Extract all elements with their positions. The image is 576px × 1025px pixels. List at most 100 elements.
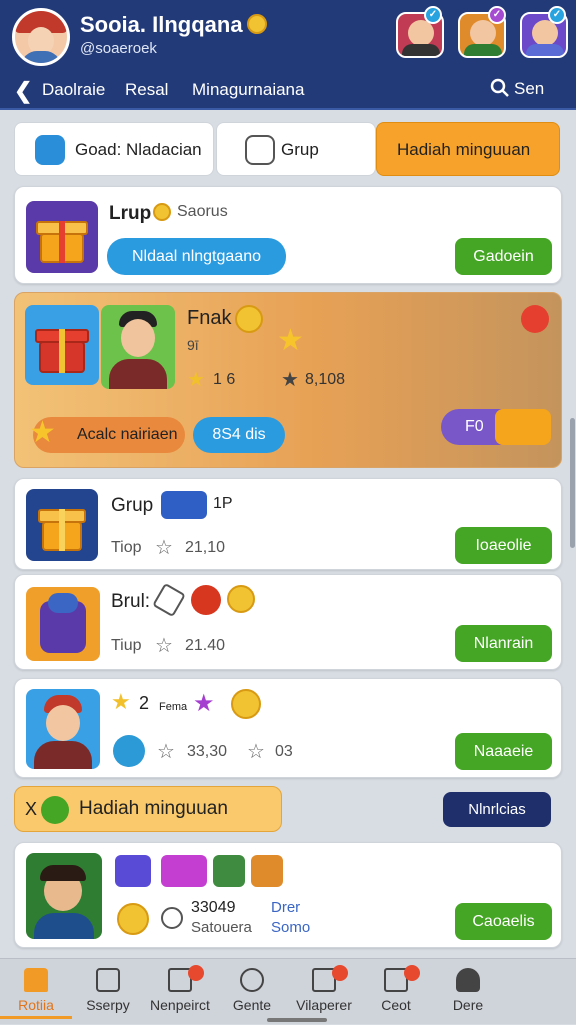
claim-button[interactable]: Gadoein (455, 238, 552, 275)
emoji-icon (231, 689, 261, 719)
bottom-nav-item-5[interactable]: Vilaperer (288, 959, 360, 1025)
card-value: 33049 (191, 899, 236, 916)
friend-avatar (26, 689, 100, 769)
globe-icon (240, 968, 264, 992)
coin-chest-icon (495, 409, 551, 445)
reward-card-1: Lrup Saorus Nldaal nlngtgaano Gadoein (14, 186, 562, 284)
claim-button[interactable]: Caoaelis (455, 903, 552, 940)
nav-item-2[interactable]: Resal (125, 80, 168, 100)
star-icon: ☆ (157, 741, 175, 763)
coin-icon (235, 305, 263, 333)
feature-stat-2: 8,108 (305, 371, 346, 388)
gift-thumbnail (25, 305, 99, 385)
section-title: Hadiah minguuan (79, 798, 228, 819)
reward-card-5: 33049 Satouera Drer Somo Caoaelis (14, 842, 562, 948)
tab-hadiah-minguuan[interactable]: Hadiah minguuan (376, 122, 560, 176)
heart-icon[interactable] (521, 305, 549, 333)
badge-icon (161, 491, 207, 519)
card-value: 21.40 (185, 637, 226, 654)
notification-badge (332, 965, 348, 981)
star-icon: ★ (193, 690, 215, 717)
star-icon: ☆ (155, 635, 173, 657)
search-label: Sen (514, 79, 545, 98)
star-icon: ★ (111, 689, 131, 714)
coin-icon (117, 903, 149, 935)
verified-badge-icon: ✓ (488, 6, 506, 24)
app-title: Sooia. Ilngqana (80, 12, 267, 38)
coin-icon (227, 585, 255, 613)
gear-icon (35, 135, 65, 165)
card-title: Grup (111, 495, 154, 516)
star-icon: ★ (281, 369, 299, 391)
reward-toggle-label: F0 (465, 418, 484, 435)
star-icon: ☆ (247, 741, 265, 763)
active-tab-indicator (0, 1016, 72, 1019)
section-header: X Hadiah minguuan (14, 786, 282, 832)
bottom-nav-item-6[interactable]: Ceot (360, 959, 432, 1025)
feature-stat-1: 1 6 (213, 371, 236, 388)
claim-button[interactable]: Nlanrain (455, 625, 552, 662)
back-chevron-icon[interactable]: ❮ (14, 78, 32, 104)
timer-pill[interactable]: 8S4 dis (193, 417, 285, 453)
claim-button[interactable]: Naaaeie (455, 733, 552, 770)
gift-thumbnail (26, 489, 98, 561)
card-meta: Saorus (177, 203, 228, 220)
nav-item-1[interactable]: Daolraie (42, 80, 105, 100)
character-icon (251, 855, 283, 887)
top-nav: ❮ Daolraie Resal Minagurnaiana Sen (0, 70, 576, 110)
scrollbar[interactable] (570, 418, 575, 548)
card-meta: Tiop (111, 539, 142, 556)
coin-icon (41, 796, 69, 824)
home-indicator[interactable] (267, 1018, 327, 1022)
search-button[interactable]: Sen (490, 78, 544, 99)
star-icon: ☆ (155, 537, 173, 559)
card-label: Satouera (191, 919, 252, 936)
home-icon (24, 968, 48, 992)
card-suffix: 1P (213, 495, 233, 512)
tab-label: Goad: Nladacian (75, 140, 202, 159)
side-top: Drer (271, 899, 301, 916)
app-header: Sooia. Ilngqana @soaeroek ✓ ✓ ✓ (0, 0, 576, 70)
tab-label: Hadiah minguuan (397, 140, 531, 159)
section-action-button[interactable]: Nlnrlcias (443, 792, 551, 827)
badge-icon (191, 585, 221, 615)
reward-card-4: ★ 2 Fema ★ ☆ 33,30 ☆ 03 Naaaeie (14, 678, 562, 778)
calendar-icon (96, 968, 120, 992)
friend-avatar (26, 853, 102, 939)
card-value-1: 33,30 (187, 743, 228, 760)
profile-icon (456, 968, 480, 992)
bottom-nav-item-4[interactable]: Gente (216, 959, 288, 1025)
notification-badge (188, 965, 204, 981)
claim-button[interactable]: Ioaeolie (455, 527, 552, 564)
rocket-icon (115, 855, 151, 887)
bottom-nav-label: Rotiia (18, 997, 54, 1013)
bottom-nav-item-3[interactable]: Nenpeirct (144, 959, 216, 1025)
notification-badge (404, 965, 420, 981)
reward-card-3: Brul: Tiup ☆ 21.40 Nlanrain (14, 574, 562, 670)
card-title: Brul: (111, 591, 151, 612)
tab-bar: Goad: Nladacian Grup Hadiah minguuan (14, 122, 562, 178)
user-avatar[interactable] (12, 8, 70, 66)
bottom-nav-label: Sserpy (86, 997, 130, 1013)
bottom-nav-item-7[interactable]: Dere (432, 959, 504, 1025)
nav-item-3[interactable]: Minagurnaiana (192, 80, 304, 100)
card-value: 21,10 (185, 539, 226, 556)
card-meta: Tiup (111, 637, 142, 654)
info-pill[interactable]: Nldaal nlngtgaano (107, 238, 286, 275)
search-icon (490, 78, 509, 97)
reward-toggle[interactable]: F0 (441, 409, 551, 445)
feature-tag: 9ī (187, 337, 199, 353)
card-count: 2 (139, 693, 150, 713)
chat-icon (161, 907, 183, 929)
bottom-nav-label: Vilaperer (296, 997, 352, 1013)
tab-nladacian[interactable]: Goad: Nladacian (14, 122, 214, 176)
link-icon (113, 735, 145, 767)
coin-icon (246, 14, 267, 34)
bottom-nav-item-2[interactable]: Sserpy (72, 959, 144, 1025)
group-icon (245, 135, 275, 165)
character-thumbnail (26, 587, 100, 661)
card-title: Lrup (109, 203, 152, 224)
star-badge-icon: ★ (277, 324, 304, 357)
bottom-nav-label: Ceot (381, 997, 411, 1013)
tab-grup[interactable]: Grup (216, 122, 376, 176)
